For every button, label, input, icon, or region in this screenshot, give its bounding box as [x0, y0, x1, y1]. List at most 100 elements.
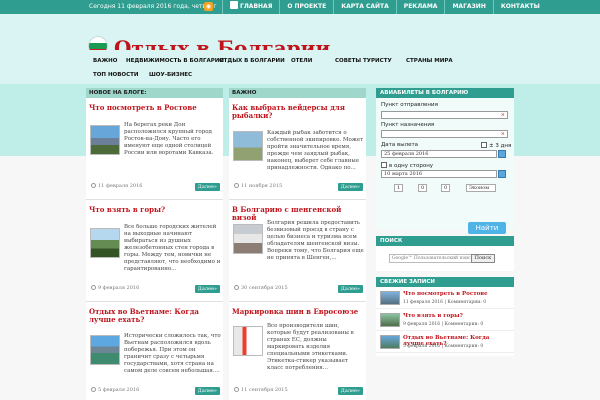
main-navigation: ВАЖНО НЕДВИЖИМОСТЬ В БОЛГАРИИ ОТДЫХ В БО…	[89, 50, 510, 85]
post-excerpt: Болгария решила предоставить безвизовый …	[267, 220, 364, 261]
column-heading: ВАЖНО	[229, 88, 366, 98]
post-excerpt: Все больше городских жителей на выходные…	[124, 224, 221, 272]
recent-post-title[interactable]: Что взять в горы?	[403, 313, 509, 319]
calendar-icon[interactable]	[498, 170, 506, 178]
to-label: Пункт назначения	[381, 122, 435, 128]
clock-icon	[234, 183, 239, 188]
departure-date-input[interactable]: 25 февраля 2016	[381, 150, 497, 158]
current-date: Сегодня 11 февраля 2016 года, четверг	[89, 3, 217, 10]
post-date: 30 сентября 2015	[234, 285, 288, 291]
fishing-image[interactable]	[233, 131, 263, 161]
recent-post-meta: 5 февраля 2016 | Комментарии: 0	[403, 344, 484, 349]
one-way-option[interactable]: в одну сторону	[381, 162, 433, 169]
home-icon	[230, 1, 238, 9]
post-waders: Как выбрать вейдерсы для рыбалки? Каждый…	[229, 98, 366, 200]
recent-post-meta: 9 февраля 2016 | Комментарии: 0	[403, 322, 484, 327]
read-more-button[interactable]: Далее»	[337, 183, 363, 191]
checkbox-icon[interactable]	[481, 142, 487, 148]
recent-posts-widget: СВЕЖИЕ ЗАПИСИ Что посмотреть в Ростове 1…	[376, 277, 514, 356]
recent-post[interactable]: Отдых во Вьетнаме: Когда лучше ехать? 5 …	[376, 331, 514, 353]
clock-icon	[91, 387, 96, 392]
recent-post[interactable]: Что взять в горы? 9 февраля 2016 | Комме…	[376, 309, 514, 331]
church-image[interactable]	[90, 125, 120, 155]
recent-post-thumbnail[interactable]	[380, 335, 400, 349]
class-select[interactable]: Эконом	[466, 184, 496, 192]
widget-heading: СВЕЖИЕ ЗАПИСИ	[376, 277, 514, 287]
read-more-button[interactable]: Далее»	[194, 285, 220, 293]
post-date: 11 ноября 2015	[234, 183, 282, 189]
search-widget: ПОИСК Google™ Пользовательский поиск Пои…	[376, 236, 514, 271]
nav-showbiz[interactable]: ШОУ-БИЗНЕС	[149, 72, 192, 78]
sidebar: АВИАБИЛЕТЫ В БОЛГАРИЮ Пункт отправления …	[376, 88, 514, 400]
return-date-input[interactable]: 10 марта 2016	[381, 170, 497, 178]
vietnam-image[interactable]	[90, 335, 120, 365]
children-select[interactable]: 0	[418, 184, 428, 192]
nav-hotels[interactable]: ОТЕЛИ	[291, 58, 312, 64]
rss-icon[interactable]: ◉	[204, 2, 213, 11]
recent-post-meta: 11 февраля 2016 | Комментарии: 0	[403, 300, 487, 305]
post-date: 9 февраля 2016	[91, 285, 139, 291]
column-heading: НОВОЕ НА БЛОГЕ:	[86, 88, 223, 98]
post-date: 11 сентября 2015	[234, 387, 288, 393]
to-input[interactable]: ×	[381, 130, 508, 138]
post-title[interactable]: Как выбрать вейдерсы для рыбалки?	[232, 104, 364, 120]
top-link-shop[interactable]: МАГАЗИН	[444, 0, 492, 14]
mountain-image[interactable]	[90, 228, 120, 258]
search-form: Google™ Пользовательский поиск Поиск	[376, 246, 514, 271]
post-rostov: Что посмотреть в Ростове На берегах реки…	[86, 98, 223, 200]
top-link-sitemap[interactable]: КАРТА САЙТА	[333, 0, 396, 14]
read-more-button[interactable]: Далее»	[337, 285, 363, 293]
find-button[interactable]: Найти	[468, 222, 506, 234]
post-excerpt: Исторически сложилось так, что Вьетнам р…	[124, 333, 221, 374]
post-title[interactable]: Маркировка шин в Евросоюзе	[232, 308, 364, 316]
clear-icon[interactable]: ×	[501, 112, 505, 118]
widget-heading: ПОИСК	[376, 236, 514, 246]
new-blog-column: НОВОЕ НА БЛОГЕ: Что посмотреть в Ростове…	[86, 88, 223, 400]
top-link-about[interactable]: О ПРОЕКТЕ	[279, 0, 333, 14]
recent-post-thumbnail[interactable]	[380, 313, 400, 327]
post-title[interactable]: Что взять в горы?	[89, 206, 221, 214]
top-link-contacts[interactable]: КОНТАКТЫ	[492, 0, 547, 14]
nav-top-news[interactable]: ТОП НОВОСТИ	[93, 72, 138, 78]
post-excerpt: Все производители шин, которые будут реа…	[267, 323, 354, 371]
adults-select[interactable]: 1	[394, 184, 404, 192]
nav-tips[interactable]: СОВЕТЫ ТУРИСТУ	[335, 58, 392, 64]
post-tires: Маркировка шин в Евросоюзе Все производи…	[229, 302, 366, 400]
top-link-home[interactable]: ГЛАВНАЯ	[222, 0, 279, 14]
post-schengen: В Болгарию с шенгенской визой Болгария р…	[229, 200, 366, 302]
clock-icon	[91, 183, 96, 188]
nav-property[interactable]: НЕДВИЖИМОСТЬ В БОЛГАРИИ	[126, 58, 224, 64]
post-excerpt: На берегах реки Дон расположился крупный…	[124, 122, 214, 156]
infants-select[interactable]: 0	[441, 184, 451, 192]
clock-icon	[234, 285, 239, 290]
clear-icon[interactable]: ×	[501, 131, 505, 137]
post-title[interactable]: Отдых во Вьетнаме: Когда лучше ехать?	[89, 308, 221, 324]
nav-countries[interactable]: СТРАНЫ МИРА	[406, 58, 453, 64]
search-input[interactable]: Google™ Пользовательский поиск	[389, 254, 474, 263]
plus-three-days[interactable]: ± 3 дня	[481, 142, 511, 149]
recent-post-title[interactable]: Что посмотреть в Ростове	[403, 291, 509, 297]
tire-label-image[interactable]	[233, 326, 263, 356]
recent-post[interactable]: Что посмотреть в Ростове 11 февраля 2016…	[376, 287, 514, 309]
search-button[interactable]: Поиск	[471, 254, 495, 263]
schengen-sign-image[interactable]	[233, 224, 263, 254]
recent-post-thumbnail[interactable]	[380, 291, 400, 305]
ticket-widget: АВИАБИЛЕТЫ В БОЛГАРИЮ Пункт отправления …	[376, 88, 514, 234]
calendar-icon[interactable]	[498, 150, 506, 158]
read-more-button[interactable]: Далее»	[194, 387, 220, 395]
post-date: 11 февраля 2016	[91, 183, 142, 189]
top-bar: Сегодня 11 февраля 2016 года, четверг ◉ …	[0, 0, 600, 14]
checkbox-icon[interactable]	[381, 162, 387, 168]
top-links: ГЛАВНАЯ О ПРОЕКТЕ КАРТА САЙТА РЕКЛАМА МА…	[222, 0, 547, 14]
departure-label: Дата вылета	[381, 142, 419, 148]
nav-rest[interactable]: ОТДЫХ В БОЛГАРИИ	[219, 58, 285, 64]
clock-icon	[234, 387, 239, 392]
nav-important[interactable]: ВАЖНО	[93, 58, 117, 64]
from-input[interactable]: ×	[381, 111, 508, 119]
read-more-button[interactable]: Далее»	[194, 183, 220, 191]
read-more-button[interactable]: Далее»	[337, 387, 363, 395]
important-column: ВАЖНО Как выбрать вейдерсы для рыбалки? …	[229, 88, 366, 400]
post-title[interactable]: Что посмотреть в Ростове	[89, 104, 221, 112]
top-link-ads[interactable]: РЕКЛАМА	[395, 0, 445, 14]
from-label: Пункт отправления	[381, 102, 438, 108]
